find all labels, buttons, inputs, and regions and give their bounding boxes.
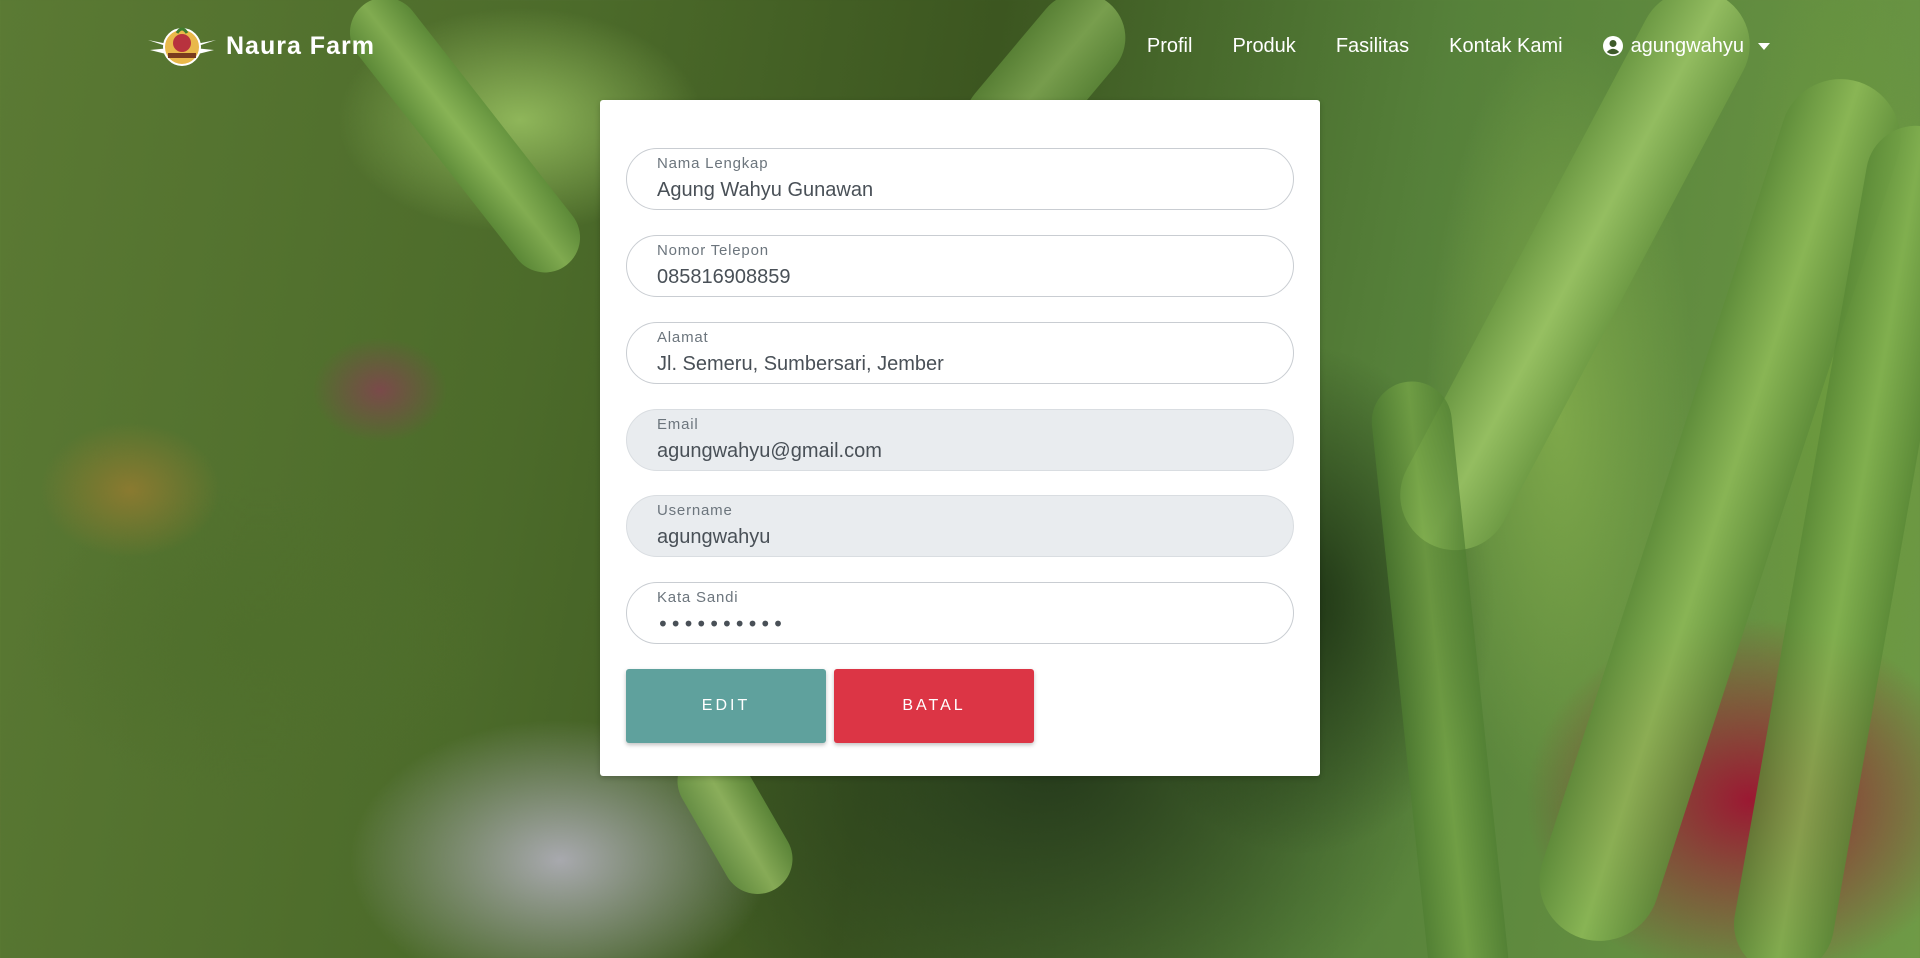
user-menu-toggle[interactable]: agungwahyu [1602, 34, 1770, 58]
field-label: Nama Lengkap [657, 155, 769, 172]
brand-name: Naura Farm [226, 31, 375, 60]
username-input [657, 524, 1263, 550]
profile-form-card: Nama Lengkap Nomor Telepon Alamat Email … [600, 100, 1320, 776]
email-input [657, 438, 1263, 464]
address-field: Alamat [626, 322, 1294, 384]
nav-link-profil[interactable]: Profil [1147, 35, 1193, 58]
address-input[interactable] [657, 351, 1263, 377]
chevron-down-icon [1758, 42, 1770, 50]
user-circle-icon [1602, 36, 1623, 56]
phone-input[interactable] [657, 264, 1263, 290]
navbar: Naura Farm Profil Produk Fasilitas Konta… [0, 0, 1920, 92]
full-name-field: Nama Lengkap [626, 148, 1294, 210]
nav-link-fasilitas[interactable]: Fasilitas [1336, 35, 1409, 58]
field-label: Alamat [657, 329, 709, 346]
brand-logo-icon [148, 27, 216, 66]
phone-field: Nomor Telepon [626, 235, 1294, 297]
username-field: Username [626, 495, 1294, 557]
edit-button[interactable]: EDIT [626, 669, 826, 743]
nav-links: Profil Produk Fasilitas Kontak Kami agun… [1147, 35, 1770, 58]
nav-link-produk[interactable]: Produk [1232, 35, 1295, 58]
background-decoration [1367, 377, 1513, 958]
background-decoration [1523, 63, 1917, 957]
brand-link[interactable]: Naura Farm [146, 23, 375, 69]
field-label: Email [657, 416, 699, 433]
user-name: agungwahyu [1630, 34, 1744, 57]
field-label: Username [657, 502, 733, 519]
nav-link-kontak-kami[interactable]: Kontak Kami [1449, 35, 1562, 58]
cancel-button[interactable]: BATAL [834, 669, 1034, 743]
full-name-input[interactable] [657, 177, 1263, 203]
background-decoration [1726, 117, 1920, 958]
form-actions: EDIT BATAL [626, 669, 1294, 743]
password-field: Kata Sandi [626, 582, 1294, 644]
field-label: Nomor Telepon [657, 242, 769, 259]
field-label: Kata Sandi [657, 589, 739, 606]
email-field: Email [626, 409, 1294, 471]
password-input[interactable] [657, 611, 1263, 637]
